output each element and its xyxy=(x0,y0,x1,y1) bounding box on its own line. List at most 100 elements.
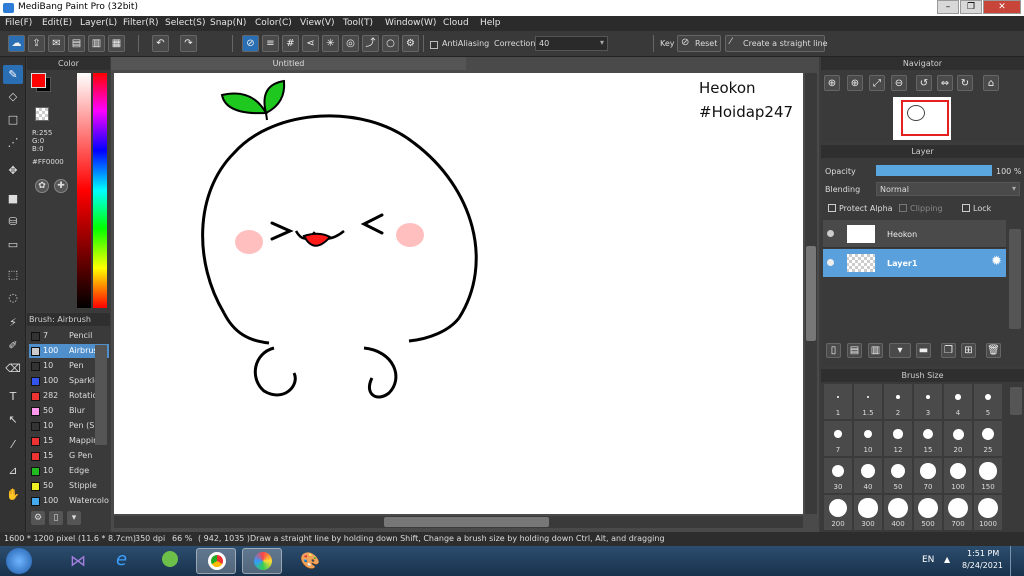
layer-list-scrollbar[interactable] xyxy=(1009,229,1021,329)
menu-cloud[interactable]: Cloud xyxy=(443,18,469,28)
menu-tool[interactable]: Tool(T) xyxy=(343,18,373,28)
brush-list-item[interactable]: 7 Pencil xyxy=(29,329,109,343)
ellipse-snap-icon[interactable]: ○ xyxy=(382,35,399,52)
menu-color[interactable]: Color(C) xyxy=(255,18,292,28)
brush-size-cell[interactable]: 20 xyxy=(944,421,972,456)
clock-date[interactable]: 8/24/2021 xyxy=(962,561,1003,570)
reset-view-icon[interactable]: ⌂ xyxy=(983,75,999,91)
brush-menu-icon[interactable]: ▾ xyxy=(67,511,81,525)
brush-list-item[interactable]: 50 Stipple xyxy=(29,479,109,493)
navigator-preview[interactable] xyxy=(893,97,951,140)
clock-time[interactable]: 1:51 PM xyxy=(967,549,999,558)
brush-size-cell[interactable]: 15 xyxy=(914,421,942,456)
gradient-tool-icon[interactable]: ▭ xyxy=(3,235,23,254)
canvas-horizontal-scrollbar[interactable] xyxy=(114,516,803,528)
perspective-snap-icon[interactable]: ⋖ xyxy=(302,35,319,52)
redo-icon[interactable]: ↷ xyxy=(180,35,197,52)
paint-icon[interactable]: 🎨 xyxy=(288,548,328,574)
horizontal-scroll-thumb[interactable] xyxy=(384,517,549,527)
layer-row-heokon[interactable]: Heokon xyxy=(823,220,1006,248)
brush-list-item[interactable]: 15 G Pen xyxy=(29,449,109,463)
fit-icon[interactable]: ⤢ xyxy=(869,75,885,91)
minimize-button[interactable]: – xyxy=(937,0,959,14)
document-tab[interactable]: Untitled xyxy=(111,57,466,70)
palette-icon[interactable]: ✿ xyxy=(35,179,49,193)
move-tool-icon[interactable]: ✥ xyxy=(3,161,23,180)
add-layer-menu-icon[interactable]: ▾ xyxy=(889,343,911,358)
curve-snap-icon[interactable]: ⤴ xyxy=(362,35,379,52)
comment-icon[interactable]: ✉ xyxy=(48,35,65,52)
clipping-checkbox[interactable] xyxy=(899,204,907,212)
menu-help[interactable]: Help xyxy=(480,18,501,28)
folder-icon[interactable]: ▬ xyxy=(916,343,931,358)
brush-size-cell[interactable]: 150 xyxy=(974,458,1002,493)
dot-tool-icon[interactable]: ⋰ xyxy=(3,133,23,152)
color-picker-icon[interactable]: ✚ xyxy=(54,179,68,193)
brush-size-scrollbar[interactable] xyxy=(1010,387,1022,415)
share-icon[interactable]: ⇪ xyxy=(28,35,45,52)
brush-size-cell[interactable]: 500 xyxy=(914,495,942,530)
brush-size-cell[interactable]: 70 xyxy=(914,458,942,493)
magic-wand-tool-icon[interactable]: ⚡ xyxy=(3,313,23,332)
radial-snap-icon[interactable]: ✳ xyxy=(322,35,339,52)
reset-button[interactable]: ⊘ Reset xyxy=(677,35,721,52)
brush-size-cell[interactable]: 2 xyxy=(884,384,912,419)
close-button[interactable]: ✕ xyxy=(983,0,1021,14)
hue-bar[interactable] xyxy=(93,73,107,308)
new-brush-icon[interactable]: ▯ xyxy=(49,511,63,525)
operation-tool-icon[interactable]: ↖ xyxy=(3,410,23,429)
grid-snap-icon[interactable]: # xyxy=(282,35,299,52)
rotate-right-icon[interactable]: ↻ xyxy=(957,75,973,91)
brush-size-cell[interactable]: 1 xyxy=(824,384,852,419)
save-icon[interactable]: ▥ xyxy=(88,35,105,52)
zoom-plus-icon[interactable]: ⊕ xyxy=(847,75,863,91)
show-desktop-button[interactable] xyxy=(1010,546,1024,576)
brush-size-cell[interactable]: 1.5 xyxy=(854,384,882,419)
menu-file[interactable]: File(F) xyxy=(5,18,32,28)
undo-icon[interactable]: ↶ xyxy=(152,35,169,52)
rotate-left-icon[interactable]: ↺ xyxy=(916,75,932,91)
duplicate-layer-icon[interactable]: ❐ xyxy=(941,343,956,358)
brush-list-item[interactable]: 10 Edge xyxy=(29,464,109,478)
brush-size-cell[interactable]: 50 xyxy=(884,458,912,493)
menu-layer[interactable]: Layer(L) xyxy=(80,18,117,28)
new-8bit-layer-icon[interactable]: ▥ xyxy=(868,343,883,358)
document-icon[interactable]: ▦ xyxy=(108,35,125,52)
language-indicator[interactable]: EN xyxy=(922,555,934,565)
brush-size-cell[interactable]: 5 xyxy=(974,384,1002,419)
brush-size-cell[interactable]: 10 xyxy=(854,421,882,456)
rectangle-tool-icon[interactable]: □ xyxy=(3,110,23,129)
transparent-color-swatch[interactable] xyxy=(35,107,49,121)
canvas-vertical-scrollbar[interactable] xyxy=(805,73,817,514)
select-eraser-tool-icon[interactable]: ⌫ xyxy=(3,359,23,378)
delete-layer-icon[interactable]: 🗑 xyxy=(986,343,1001,358)
merge-layer-icon[interactable]: ⊞ xyxy=(961,343,976,358)
layer-row-layer1[interactable]: Layer1 ✹ xyxy=(823,249,1006,277)
menu-select[interactable]: Select(S) xyxy=(165,18,206,28)
brush-size-cell[interactable]: 400 xyxy=(884,495,912,530)
primary-color-swatch[interactable] xyxy=(31,73,46,88)
brush-size-cell[interactable]: 7 xyxy=(824,421,852,456)
chat-icon[interactable]: ▤ xyxy=(68,35,85,52)
bucket-tool-icon[interactable]: ⛁ xyxy=(3,212,23,231)
zoom-out-icon[interactable]: ⊖ xyxy=(891,75,907,91)
brush-size-cell[interactable]: 100 xyxy=(944,458,972,493)
brush-settings-icon[interactable]: ⚙ xyxy=(31,511,45,525)
new-layer-icon[interactable]: ▯ xyxy=(826,343,841,358)
protect-alpha-checkbox[interactable] xyxy=(828,204,836,212)
menu-filter[interactable]: Filter(R) xyxy=(123,18,159,28)
antialiasing-checkbox[interactable] xyxy=(430,41,438,49)
brush-list-scrollbar[interactable] xyxy=(95,345,107,445)
opacity-slider[interactable] xyxy=(876,165,992,176)
eyedropper-tool-icon[interactable]: ⊿ xyxy=(3,461,23,480)
snap-settings-icon[interactable]: ⚙ xyxy=(402,35,419,52)
hand-tool-icon[interactable]: ✋ xyxy=(3,485,23,504)
brush-size-cell[interactable]: 3 xyxy=(914,384,942,419)
menu-edit[interactable]: Edit(E) xyxy=(42,18,72,28)
divide-tool-icon[interactable]: ⁄ xyxy=(3,435,23,454)
saturation-bar[interactable] xyxy=(77,73,91,308)
flip-icon[interactable]: ⇔ xyxy=(937,75,953,91)
drawing-canvas[interactable]: Heokon #Hoidap247 xyxy=(114,73,803,514)
straight-line-button[interactable]: ⁄ Create a straight line xyxy=(725,35,828,52)
brush-tool-icon[interactable]: ✎ xyxy=(3,65,23,84)
